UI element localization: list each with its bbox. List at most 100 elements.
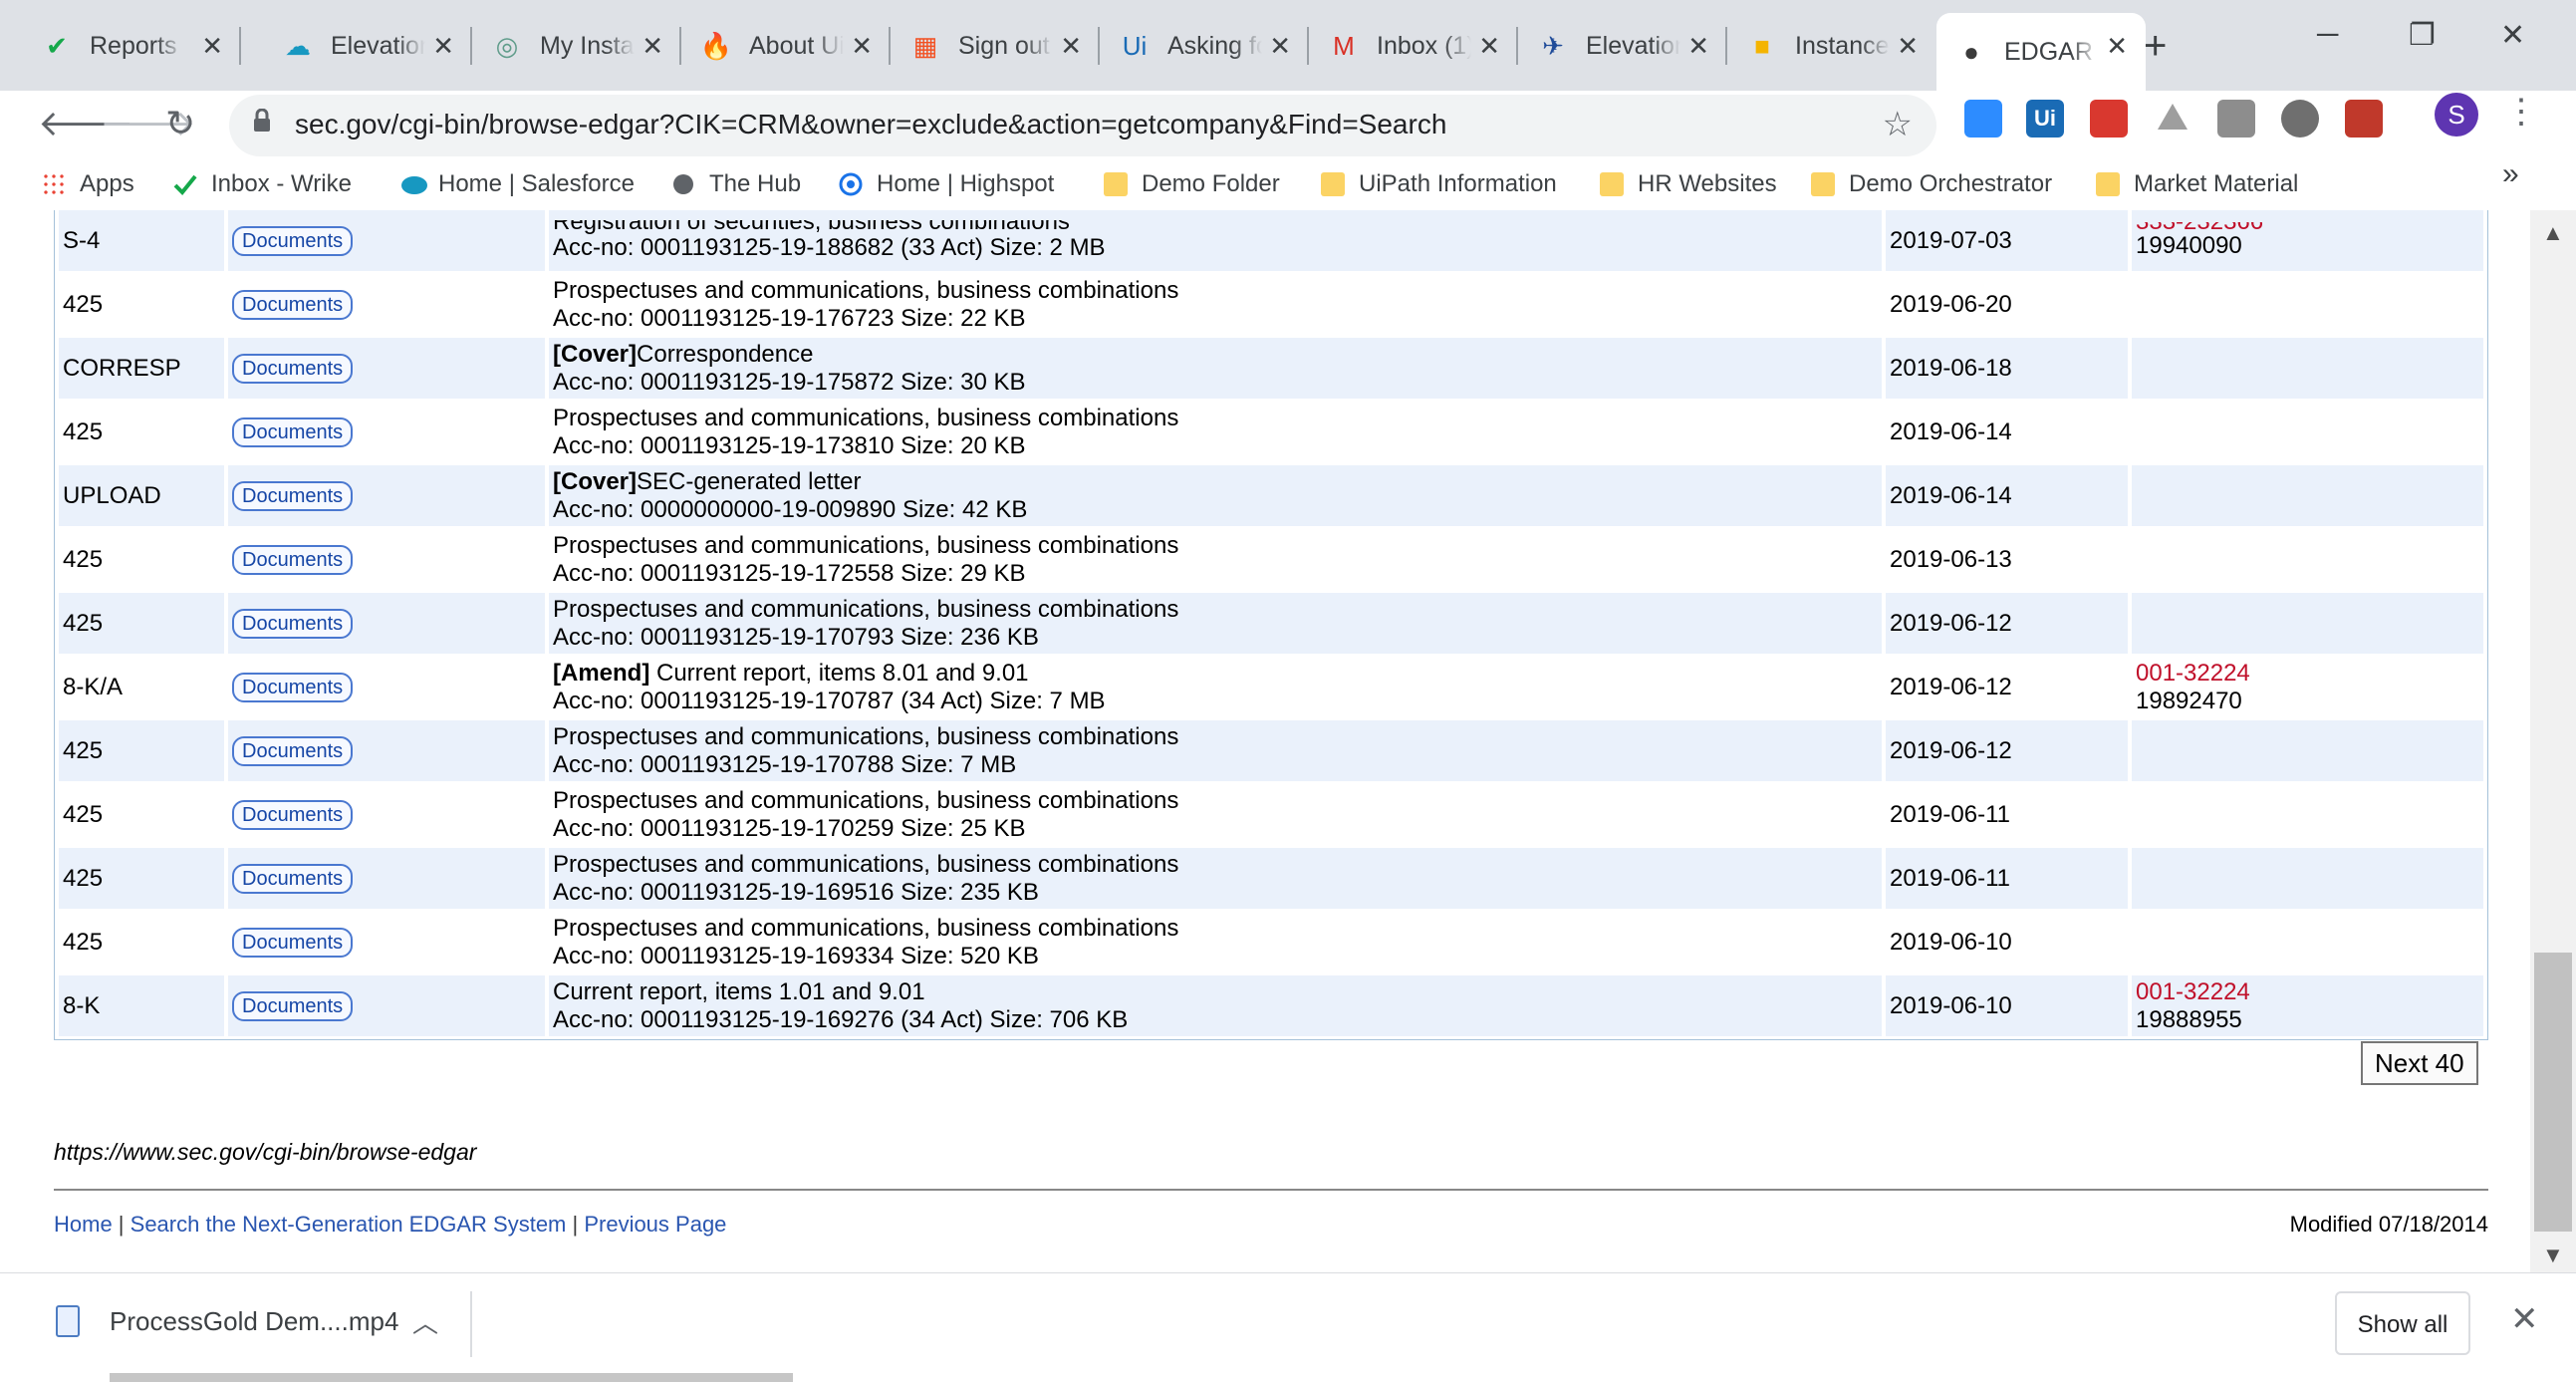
bookmark-label[interactable]: Demo Orchestrator	[1849, 170, 2052, 198]
documents-button[interactable]: Documents	[232, 480, 354, 511]
minimize-button[interactable]: ─	[2317, 18, 2338, 52]
tab-close-icon[interactable]: ✕	[432, 31, 454, 61]
address-bar[interactable]: sec.gov/cgi-bin/browse-edgar?CIK=CRM&own…	[229, 95, 1936, 156]
tab-title[interactable]: About UiPath	[749, 32, 844, 61]
download-file-name[interactable]: ProcessGold Dem....mp4	[110, 1306, 398, 1337]
bookmark-label[interactable]: Home | Highspot	[877, 170, 1054, 198]
tab-close-icon[interactable]: ✕	[642, 31, 663, 61]
tab-5[interactable]: ▦ Sign out ✕	[891, 13, 1100, 79]
tab-3[interactable]: ◎ My Instance✕	[472, 13, 681, 79]
profile-avatar[interactable]: S	[2435, 93, 2478, 137]
tab-title[interactable]: Reports	[90, 32, 184, 61]
tab-title[interactable]: Inbox (1)	[1377, 32, 1471, 61]
filing-description: [Cover]Correspondence Acc-no: 0001193125-…	[549, 338, 1882, 399]
tab-close-icon[interactable]: ✕	[851, 31, 873, 61]
tab-close-icon[interactable]: ✕	[201, 31, 223, 61]
scroll-up-arrow-icon[interactable]: ▲	[2542, 220, 2564, 246]
bookmark-label[interactable]: Inbox - Wrike	[211, 170, 352, 198]
bookmark-item[interactable]: Home | Highspot	[839, 166, 1054, 202]
tab-close-icon[interactable]: ✕	[2106, 31, 2128, 61]
documents-button[interactable]: Documents	[232, 608, 354, 639]
bookmark-label[interactable]: HR Websites	[1638, 170, 1777, 198]
uipath-extension-icon[interactable]: Ui	[2026, 100, 2064, 138]
next-40-button[interactable]: Next 40	[2361, 1041, 2478, 1085]
address-url[interactable]: sec.gov/cgi-bin/browse-edgar?CIK=CRM&own…	[295, 109, 1446, 140]
bookmark-label[interactable]: UiPath Information	[1359, 170, 1557, 198]
tab-4[interactable]: 🔥 About UiPath✕	[681, 13, 891, 79]
tab-7[interactable]: M Inbox (1) ✕	[1309, 13, 1518, 79]
zoom-extension-icon[interactable]	[1964, 100, 2002, 138]
tab-6[interactable]: Ui Asking for✕	[1100, 13, 1309, 79]
reload-button[interactable]: ↻	[165, 101, 195, 146]
tab-8[interactable]: ✈ Elevation ✕	[1518, 13, 1727, 79]
documents-button[interactable]: Documents	[232, 863, 354, 894]
tab-1[interactable]: ✔ Reports ✕	[22, 13, 241, 79]
close-download-bar-icon[interactable]: ✕	[2510, 1299, 2539, 1339]
file-number-link[interactable]: 333-232366	[2136, 222, 2479, 232]
tab-10[interactable]: ● EDGAR ✕	[1936, 13, 2146, 91]
documents-button[interactable]: Documents	[232, 799, 354, 830]
tab-title[interactable]: Asking for	[1167, 32, 1262, 61]
chevron-up-icon[interactable]: ︿	[412, 1303, 438, 1340]
tab-9[interactable]: ■ Instances✕	[1727, 13, 1936, 79]
new-tab-button[interactable]: +	[2144, 22, 2167, 70]
tab-2[interactable]: ☁ Elevation ✕	[263, 13, 472, 79]
drive-extension-icon[interactable]	[2154, 100, 2191, 138]
lock-icon[interactable]	[253, 109, 271, 133]
vertical-scrollbar[interactable]: ▲ ▼	[2530, 210, 2576, 1272]
bookmark-star-icon[interactable]: ☆	[1883, 105, 1913, 144]
documents-button[interactable]: Documents	[232, 735, 354, 766]
documents-button[interactable]: Documents	[232, 672, 354, 702]
bookmark-extension-icon[interactable]	[2217, 100, 2255, 138]
footer-separator: |	[112, 1212, 130, 1237]
scrollbar-thumb[interactable]	[2534, 953, 2572, 1232]
tab-close-icon[interactable]: ✕	[1897, 31, 1919, 61]
home-link[interactable]: Home	[54, 1212, 113, 1237]
bookmark-label[interactable]: Demo Folder	[1142, 170, 1280, 198]
scroll-down-arrow-icon[interactable]: ▼	[2542, 1243, 2564, 1268]
close-window-button[interactable]: ✕	[2500, 18, 2525, 53]
file-number-link[interactable]: 001-32224	[2136, 660, 2479, 688]
tab-title[interactable]: EDGAR	[2004, 38, 2099, 67]
tab-close-icon[interactable]: ✕	[1687, 31, 1709, 61]
bookmark-item[interactable]: Demo Folder	[1104, 166, 1280, 202]
tab-close-icon[interactable]: ✕	[1269, 31, 1291, 61]
bookmark-label[interactable]: Market Material	[2134, 170, 2298, 198]
bookmark-item[interactable]: The Hub	[671, 166, 801, 202]
tab-title[interactable]: Elevation	[331, 32, 425, 61]
bookmark-item[interactable]: Inbox - Wrike	[173, 166, 352, 202]
bookmark-label[interactable]: The Hub	[709, 170, 801, 198]
browser-menu-icon[interactable]: ⋮	[2504, 92, 2538, 132]
bookmark-item[interactable]: Market Material	[2096, 166, 2298, 202]
bookmark-item[interactable]: Apps	[42, 166, 134, 202]
pdf-extension-icon[interactable]	[2345, 100, 2383, 138]
documents-button[interactable]: Documents	[232, 225, 354, 256]
documents-button[interactable]: Documents	[232, 289, 354, 320]
edgar-search-link[interactable]: Search the Next-Generation EDGAR System	[130, 1212, 567, 1237]
bookmark-label[interactable]: Home | Salesforce	[438, 170, 635, 198]
documents-button[interactable]: Documents	[232, 544, 354, 575]
documents-button[interactable]: Documents	[232, 990, 354, 1021]
bookmarks-overflow-icon[interactable]: »	[2502, 157, 2519, 191]
previous-page-link[interactable]: Previous Page	[584, 1212, 726, 1237]
download-item[interactable]: ProcessGold Dem....mp4	[56, 1305, 398, 1337]
tab-title[interactable]: My Instance	[540, 32, 635, 61]
circle-extension-icon[interactable]	[2281, 100, 2319, 138]
restore-button[interactable]: ❐	[2409, 18, 2436, 53]
bookmark-label[interactable]: Apps	[80, 170, 134, 198]
tab-close-icon[interactable]: ✕	[1478, 31, 1500, 61]
bookmark-item[interactable]: Home | Salesforce	[400, 166, 635, 202]
documents-button[interactable]: Documents	[232, 353, 354, 384]
bookmark-item[interactable]: HR Websites	[1600, 166, 1777, 202]
todoist-extension-icon[interactable]	[2090, 100, 2128, 138]
tab-close-icon[interactable]: ✕	[1060, 31, 1082, 61]
file-number-link[interactable]: 001-32224	[2136, 978, 2479, 1006]
bookmark-item[interactable]: UiPath Information	[1321, 166, 1557, 202]
tab-title[interactable]: Sign out	[958, 32, 1053, 61]
documents-button[interactable]: Documents	[232, 927, 354, 958]
tab-title[interactable]: Elevation	[1586, 32, 1680, 61]
bookmark-item[interactable]: Demo Orchestrator	[1811, 166, 2052, 202]
documents-button[interactable]: Documents	[232, 416, 354, 447]
show-all-button[interactable]: Show all	[2335, 1291, 2470, 1355]
tab-title[interactable]: Instances	[1795, 32, 1890, 61]
